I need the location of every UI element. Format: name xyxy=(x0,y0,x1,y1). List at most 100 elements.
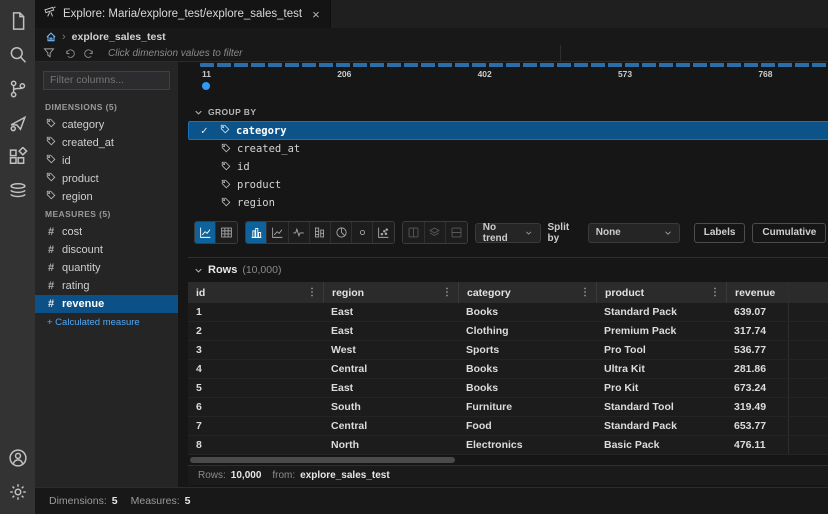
editor-tab-explore[interactable]: Explore: Maria/explore_test/explore_sale… xyxy=(35,0,331,28)
column-menu-icon[interactable]: ⋮ xyxy=(307,287,317,298)
results-table: id ⋮ region ⋮ category ⋮ xyxy=(188,282,828,455)
tab-close-icon[interactable]: × xyxy=(312,8,320,21)
group-by-item-category[interactable]: ✓ category xyxy=(188,121,828,140)
columns-sidebar: DIMENSIONS (5) category created_at id pr… xyxy=(35,62,178,487)
group-by-item-created-at[interactable]: created_at xyxy=(188,140,828,158)
group-by-item-product[interactable]: product xyxy=(188,176,828,194)
table-footer: Rows: 10,000 from: explore_sales_test xyxy=(188,465,828,485)
sidebar-item-revenue[interactable]: # revenue xyxy=(35,295,178,313)
measures-status-label: Measures: xyxy=(131,495,180,507)
rows-footer-label: Rows: xyxy=(198,470,226,481)
rows-title: Rows xyxy=(208,264,237,276)
group-by-item-region[interactable]: region xyxy=(188,194,828,212)
pie-chart-button[interactable] xyxy=(331,222,352,243)
layers-button[interactable] xyxy=(425,222,446,243)
table-row[interactable]: 3 West Sports Pro Tool 536.77 xyxy=(188,341,828,360)
undo-icon[interactable] xyxy=(64,48,75,59)
horizontal-scrollbar-thumb[interactable] xyxy=(190,457,455,463)
split-horizontal-button[interactable] xyxy=(446,222,467,243)
extensions-icon[interactable] xyxy=(6,145,30,169)
split-vertical-icon xyxy=(407,226,420,239)
cell-revenue: 536.77 xyxy=(726,341,788,359)
database-icon[interactable] xyxy=(6,179,30,203)
cell-category: Sports xyxy=(458,341,596,359)
labels-button[interactable]: Labels xyxy=(694,223,746,243)
cell-revenue: 319.49 xyxy=(726,398,788,416)
column-menu-icon[interactable]: ⋮ xyxy=(710,287,720,298)
split-by-select[interactable]: None xyxy=(588,223,680,243)
table-view-button[interactable] xyxy=(216,222,237,243)
dimensions-section-header: DIMENSIONS (5) xyxy=(35,99,178,116)
calculated-measure-link[interactable]: + Calculated measure xyxy=(35,313,178,328)
column-menu-icon[interactable]: ⋮ xyxy=(580,287,590,298)
table-row[interactable]: 8 North Electronics Basic Pack 476.11 xyxy=(188,436,828,455)
column-header-region[interactable]: region ⋮ xyxy=(323,282,458,303)
sidebar-item-region[interactable]: region xyxy=(35,188,178,206)
sidebar-item-cost[interactable]: # cost xyxy=(35,223,178,241)
activity-bar xyxy=(0,0,35,514)
tag-icon xyxy=(221,197,231,210)
cell-id: 2 xyxy=(188,322,323,340)
trend-select[interactable]: No trend xyxy=(475,223,541,243)
explore-telescope-icon xyxy=(44,5,57,23)
settings-gear-icon[interactable] xyxy=(6,480,30,504)
cumulative-button[interactable]: Cumulative xyxy=(752,223,826,243)
table-row[interactable]: 7 Central Food Standard Pack 653.77 xyxy=(188,417,828,436)
rows-section-header[interactable]: Rows (10,000) xyxy=(188,258,828,282)
sidebar-item-rating[interactable]: # rating xyxy=(35,277,178,295)
column-header-id[interactable]: id ⋮ xyxy=(188,282,323,303)
sidebar-item-discount[interactable]: # discount xyxy=(35,241,178,259)
column-header-category[interactable]: category ⋮ xyxy=(458,282,596,303)
column-header-product[interactable]: product ⋮ xyxy=(596,282,726,303)
table-row[interactable]: 6 South Furniture Standard Tool 319.49 xyxy=(188,398,828,417)
column-menu-icon[interactable]: ⋮ xyxy=(442,287,452,298)
status-bar: Dimensions: 5 Measures: 5 xyxy=(35,487,828,514)
group-by-list: ✓ category created_at id product xyxy=(188,121,828,212)
sidebar-item-category[interactable]: category xyxy=(35,116,178,134)
sidebar-item-created-at[interactable]: created_at xyxy=(35,134,178,152)
home-icon[interactable] xyxy=(45,31,57,43)
number-icon: # xyxy=(46,226,56,238)
chart-type-group xyxy=(245,221,395,244)
cell-category: Clothing xyxy=(458,322,596,340)
table-row[interactable]: 4 Central Books Ultra Kit 281.86 xyxy=(188,360,828,379)
table-row[interactable]: 1 East Books Standard Pack 639.07 xyxy=(188,303,828,322)
group-by-item-id[interactable]: id xyxy=(188,158,828,176)
scatter-chart-button[interactable] xyxy=(373,222,394,243)
group-by-header[interactable]: GROUP BY xyxy=(194,107,828,117)
explore-results-panel: 11 206 402 573 768 963 GROUP BY xyxy=(178,62,828,487)
from-value: explore_sales_test xyxy=(300,470,390,481)
sidebar-item-quantity[interactable]: # quantity xyxy=(35,259,178,277)
account-icon[interactable] xyxy=(6,446,30,470)
line-chart-view-button[interactable] xyxy=(195,222,216,243)
filter-funnel-icon[interactable] xyxy=(43,47,55,59)
workbench: Explore: Maria/explore_test/explore_sale… xyxy=(35,0,828,514)
breadcrumb-item[interactable]: explore_sales_test xyxy=(72,31,166,43)
table-row[interactable]: 5 East Books Pro Kit 673.24 xyxy=(188,379,828,398)
sidebar-item-id[interactable]: id xyxy=(35,152,178,170)
range-slider-labels: 11 206 402 573 768 963 xyxy=(202,69,828,79)
bar-chart-button[interactable] xyxy=(246,222,267,243)
cell-revenue: 639.07 xyxy=(726,303,788,321)
redo-icon[interactable] xyxy=(84,48,95,59)
stacked-bar-button[interactable] xyxy=(310,222,331,243)
send-gear-icon[interactable] xyxy=(6,111,30,135)
split-vertical-button[interactable] xyxy=(403,222,424,243)
pulse-chart-button[interactable] xyxy=(289,222,310,243)
search-icon[interactable] xyxy=(6,43,30,67)
tag-icon xyxy=(46,154,56,167)
cell-revenue: 317.74 xyxy=(726,322,788,340)
point-chart-button[interactable] xyxy=(352,222,373,243)
line-chart-button[interactable] xyxy=(267,222,288,243)
column-header-revenue[interactable]: revenue xyxy=(726,282,788,303)
tick-label: 402 xyxy=(478,69,492,79)
table-row[interactable]: 2 East Clothing Premium Pack 317.74 xyxy=(188,322,828,341)
filter-columns-input[interactable] xyxy=(43,71,170,90)
slider-handle-min[interactable] xyxy=(202,82,210,90)
range-histogram xyxy=(200,63,828,67)
sidebar-item-product[interactable]: product xyxy=(35,170,178,188)
files-icon[interactable] xyxy=(6,9,30,33)
number-icon: # xyxy=(46,298,56,310)
number-icon: # xyxy=(46,244,56,256)
source-control-icon[interactable] xyxy=(6,77,30,101)
